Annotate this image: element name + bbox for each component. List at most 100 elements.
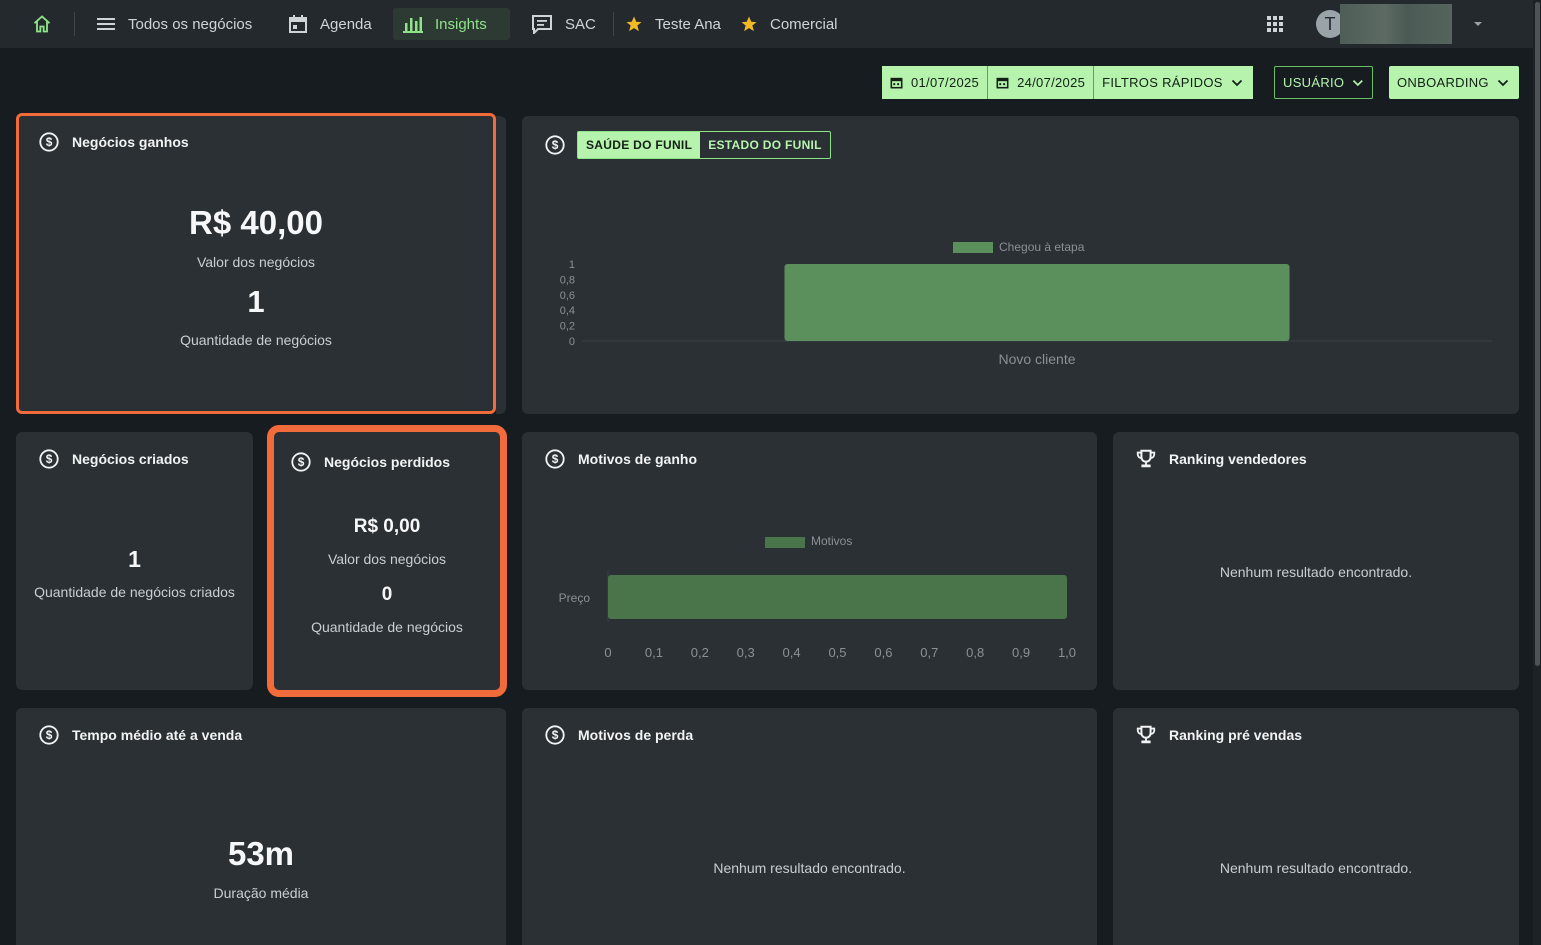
pipeline-filter-group: ONBOARDING	[1389, 66, 1519, 99]
card-title: Ranking vendedores	[1169, 451, 1307, 467]
x-tick-label: 1,0	[1058, 645, 1076, 660]
svg-text:$: $	[46, 728, 53, 742]
nav-item-comercial[interactable]: Comercial	[730, 8, 848, 40]
quick-filters-label: FILTROS RÁPIDOS	[1102, 75, 1223, 90]
nav-item-label: Teste Ana	[655, 15, 721, 33]
trophy-icon	[1136, 725, 1156, 744]
x-tick-label: 0,7	[920, 645, 938, 660]
date-filter-group: 01/07/2025 24/07/2025 FILTROS RÁPIDOS	[882, 66, 1253, 99]
legend-swatch	[765, 537, 805, 548]
quick-filters-dropdown[interactable]: FILTROS RÁPIDOS	[1094, 66, 1253, 99]
x-tick-label: 0,9	[1012, 645, 1030, 660]
nav-item-label: Agenda	[320, 15, 372, 33]
chat-icon	[532, 15, 552, 34]
funnel-card: $ SAÚDE DO FUNIL ESTADO DO FUNIL Chegou …	[522, 116, 1519, 414]
won-deals-card[interactable]: $ Negócios ganhos R$ 40,00 Valor dos neg…	[16, 113, 496, 414]
legend-label: Motivos	[811, 534, 852, 548]
won-card-shadow	[496, 116, 506, 414]
card-title: Negócios criados	[72, 451, 189, 467]
card-header: $ Negócios perdidos	[290, 451, 450, 473]
x-category-label: Novo cliente	[998, 351, 1075, 367]
legend-label: Chegou à etapa	[999, 240, 1085, 254]
nav-item-all-deals[interactable]: Todos os negócios	[86, 8, 262, 40]
card-title: Tempo médio até a venda	[72, 727, 243, 743]
nav-item-label: Insights	[435, 15, 487, 33]
lost-count: 0	[381, 584, 393, 605]
start-date-button[interactable]: 01/07/2025	[882, 66, 989, 99]
chevron-down-icon	[1353, 79, 1364, 86]
apps-grid-icon	[1267, 16, 1283, 32]
top-navigation: Todos os negócios Agenda Insights SAC Te…	[0, 0, 1533, 48]
nav-item-label: Comercial	[770, 15, 838, 33]
calendar-icon	[996, 77, 1009, 89]
dollar-circle-icon: $	[39, 449, 59, 469]
svg-text:$: $	[46, 452, 53, 466]
presales-ranking-card: Ranking pré vendas Nenhum resultado enco…	[1113, 708, 1519, 945]
nav-divider	[613, 12, 614, 36]
end-date-button[interactable]: 24/07/2025	[988, 66, 1095, 99]
x-tick-label: 0,5	[828, 645, 846, 660]
x-tick-label: 0,8	[966, 645, 984, 660]
y-tick-label: 0	[569, 336, 575, 348]
presales-ranking-empty: Nenhum resultado encontrado.	[1219, 860, 1413, 876]
card-header: $ Negócios criados	[38, 448, 189, 470]
user-menu-button[interactable]	[1462, 8, 1494, 40]
x-tick-label: 0	[604, 645, 611, 660]
nav-item-teste-ana[interactable]: Teste Ana	[615, 8, 731, 40]
nav-item-insights[interactable]: Insights	[393, 8, 510, 40]
card-title: Negócios ganhos	[72, 134, 189, 150]
nav-item-sac[interactable]: SAC	[521, 8, 606, 40]
star-icon	[741, 16, 757, 32]
home-button[interactable]	[22, 8, 62, 40]
x-tick-label: 0,1	[645, 645, 663, 660]
nav-item-label: Todos os negócios	[128, 15, 253, 33]
card-header: Ranking pré vendas	[1135, 724, 1302, 746]
chevron-down-icon	[1231, 79, 1242, 86]
x-tick-label: 0,2	[691, 645, 709, 660]
lost-value-label: Valor dos negócios	[327, 551, 447, 567]
user-filter-dropdown[interactable]: USUÁRIO	[1274, 66, 1373, 99]
bar-preco	[608, 575, 1067, 619]
card-header: Ranking vendedores	[1135, 448, 1307, 470]
x-tick-label: 0,4	[783, 645, 801, 660]
win-reasons-card: $ Motivos de ganho Motivos Preço 0 0,1 0,2 0,…	[522, 432, 1097, 690]
home-icon	[33, 15, 51, 33]
dollar-circle-icon: $	[39, 132, 59, 152]
bar-novo-cliente	[784, 264, 1290, 341]
y-tick-label: 0,6	[560, 290, 575, 302]
win-reasons-chart: Motivos Preço 0 0,1 0,2 0,3 0,4 0,5 0,6 0,7 0,8 0,9…	[559, 534, 1076, 660]
pipeline-filter-label: ONBOARDING	[1397, 75, 1489, 90]
nav-item-label: SAC	[565, 15, 596, 33]
card-header: $ Motivos de perda	[544, 724, 693, 746]
funnel-chart: Chegou à etapa 1 0,8 0,6 0,4 0,2 0 Novo cliente	[560, 240, 1492, 367]
trophy-icon	[1136, 449, 1156, 468]
nav-item-agenda[interactable]: Agenda	[278, 8, 382, 40]
pipeline-filter-dropdown[interactable]: ONBOARDING	[1389, 66, 1519, 99]
card-header: $ Tempo médio até a venda	[38, 724, 242, 746]
scrollbar-thumb[interactable]	[1535, 2, 1540, 666]
card-title: Motivos de perda	[578, 727, 694, 743]
created-count-label: Quantidade de negócios criados	[34, 584, 235, 600]
apps-grid-button[interactable]	[1256, 8, 1294, 40]
dollar-circle-icon: $	[545, 725, 565, 745]
svg-text:$: $	[298, 455, 305, 469]
lost-deals-card[interactable]: $ Negócios perdidos R$ 0,00 Valor dos ne…	[267, 425, 507, 697]
legend-swatch	[953, 242, 993, 253]
won-count-label: Quantidade de negócios	[180, 332, 332, 348]
user-filter-label: USUÁRIO	[1283, 75, 1345, 90]
avg-time-value: 53m	[227, 835, 295, 872]
y-tick-label: 0,2	[560, 321, 575, 333]
seller-ranking-empty: Nenhum resultado encontrado.	[1219, 564, 1413, 580]
calendar-icon	[890, 77, 903, 89]
avg-time-label: Duração média	[213, 885, 309, 901]
svg-text:$: $	[46, 135, 53, 149]
x-tick-label: 0,6	[874, 645, 892, 660]
bar-chart-icon	[403, 17, 423, 33]
created-deals-card: $ Negócios criados 1 Quantidade de negóc…	[16, 432, 253, 690]
caret-down-icon	[1474, 22, 1482, 26]
won-value-label: Valor dos negócios	[196, 254, 316, 270]
created-count: 1	[128, 546, 141, 572]
user-filter-group: USUÁRIO	[1274, 66, 1373, 99]
y-category-label: Preço	[559, 591, 591, 605]
calendar-icon	[289, 15, 307, 33]
